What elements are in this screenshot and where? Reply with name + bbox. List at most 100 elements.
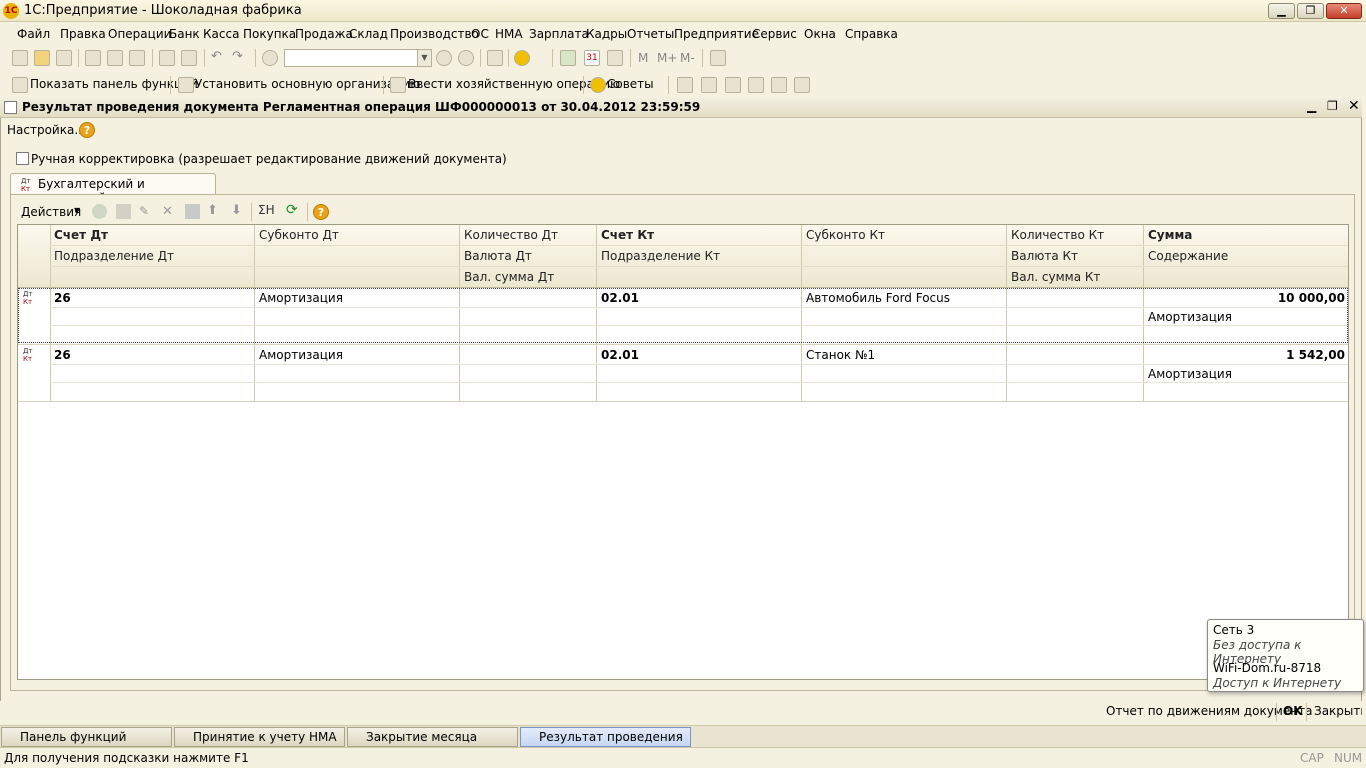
minimize-button[interactable]: ▁ [1268, 3, 1295, 19]
enter-operation-button[interactable]: Ввести хозяйственную операцию [408, 77, 620, 91]
memory-minus-button[interactable]: M- [680, 51, 695, 65]
menu-bank[interactable]: Банк [169, 27, 200, 41]
manual-correction-checkbox[interactable] [16, 152, 29, 165]
menu-nma[interactable]: НМА [495, 27, 523, 41]
menu-file[interactable]: Файл [17, 27, 50, 41]
ok-button[interactable]: OK [1283, 704, 1303, 718]
report-icon-1[interactable] [677, 77, 693, 93]
new-document-icon[interactable] [12, 50, 28, 66]
header-cur-sum-kt[interactable]: Вал. сумма Кт [1011, 270, 1100, 284]
help-icon[interactable]: ? [79, 122, 95, 138]
header-content[interactable]: Содержание [1148, 249, 1228, 263]
header-amount[interactable]: Сумма [1148, 228, 1192, 242]
delete-row-icon[interactable]: ✕ [162, 204, 177, 219]
task-month-close[interactable]: Закрытие месяца [347, 727, 518, 747]
report-icon-5[interactable] [771, 77, 787, 93]
settings-link[interactable]: Настройка... [7, 123, 86, 137]
memory-plus-button[interactable]: M+ [657, 51, 677, 65]
redo-icon[interactable]: ↷ [232, 50, 248, 66]
menu-sales[interactable]: Продажа [295, 27, 353, 41]
menu-enterprise[interactable]: Предприятие [674, 27, 759, 41]
find-next-icon[interactable] [436, 50, 452, 66]
tools-icon[interactable] [710, 50, 726, 66]
print-preview-icon[interactable] [181, 50, 197, 66]
doc-restore-button[interactable]: ❐ [1327, 99, 1338, 113]
set-main-organization-button[interactable]: Установить основную организацию [195, 77, 420, 91]
edit-row-icon[interactable]: ✎ [139, 204, 154, 219]
users-icon[interactable] [607, 50, 623, 66]
doc-minimize-button[interactable]: ▁ [1307, 99, 1316, 113]
cell-account-kt[interactable]: 02.01 [601, 348, 639, 362]
open-folder-icon[interactable] [34, 50, 50, 66]
tips-button[interactable]: Советы [607, 77, 654, 91]
save-row-icon[interactable] [185, 204, 200, 219]
task-result[interactable]: Результат проведения д...:59 [520, 727, 691, 762]
header-qty-kt[interactable]: Количество Кт [1011, 228, 1104, 242]
info-icon[interactable] [514, 50, 530, 66]
search-icon[interactable] [262, 50, 278, 66]
move-up-icon[interactable]: ⬆ [207, 203, 218, 218]
cell-account-kt[interactable]: 02.01 [601, 291, 639, 305]
search-combo[interactable]: ▼ [284, 49, 432, 67]
paste-icon[interactable] [129, 50, 145, 66]
tab-accounting[interactable]: ДтКт Бухгалтерский и налоговый учет [10, 173, 216, 205]
doc-close-button[interactable]: ✕ [1348, 98, 1360, 114]
close-doc-button[interactable]: Закрыть [1314, 704, 1362, 718]
grid-help-icon[interactable]: ? [313, 204, 329, 220]
menu-production[interactable]: Производство [390, 27, 479, 41]
move-down-icon[interactable]: ⬇ [231, 203, 242, 218]
actions-menu[interactable]: Действия [21, 205, 81, 219]
copy-icon[interactable] [107, 50, 123, 66]
cell-subconto-kt[interactable]: Станок №1 [806, 348, 875, 362]
menu-cash[interactable]: Касса [203, 27, 239, 41]
memory-m-button[interactable]: M [638, 51, 648, 65]
report-icon-3[interactable] [725, 77, 741, 93]
header-subconto-dt[interactable]: Субконто Дт [259, 228, 339, 242]
header-division-dt[interactable]: Подразделение Дт [54, 249, 174, 263]
print-icon[interactable] [159, 50, 175, 66]
header-cur-sum-dt[interactable]: Вал. сумма Дт [464, 270, 554, 284]
menu-reports[interactable]: Отчеты [627, 27, 674, 41]
cell-subconto-dt[interactable]: Амортизация [259, 291, 343, 305]
cell-amount[interactable]: 10 000,00 [1148, 291, 1345, 305]
cell-account-dt[interactable]: 26 [54, 348, 71, 362]
header-account-dt[interactable]: Счет Дт [54, 228, 108, 242]
menu-warehouse[interactable]: Склад [349, 27, 388, 41]
cell-content[interactable]: Амортизация [1148, 367, 1232, 381]
add-row-icon[interactable] [92, 204, 107, 219]
menu-edit[interactable]: Правка [60, 27, 106, 41]
menu-windows[interactable]: Окна [804, 27, 836, 41]
sum-icon[interactable]: ΣН [258, 203, 275, 217]
cut-icon[interactable] [85, 50, 101, 66]
cell-account-dt[interactable]: 26 [54, 291, 71, 305]
report-icon-6[interactable] [794, 77, 810, 93]
find-prev-icon[interactable] [458, 50, 474, 66]
header-division-kt[interactable]: Подразделение Кт [601, 249, 720, 263]
header-currency-dt[interactable]: Валюта Дт [464, 249, 532, 263]
header-currency-kt[interactable]: Валюта Кт [1011, 249, 1078, 263]
menu-help[interactable]: Справка [845, 27, 898, 41]
copy-row-icon[interactable] [116, 204, 131, 219]
menu-hr[interactable]: Кадры [586, 27, 627, 41]
calculator-icon[interactable] [560, 50, 576, 66]
menu-service[interactable]: Сервис [752, 27, 797, 41]
undo-icon[interactable]: ↶ [211, 50, 227, 66]
maximize-button[interactable]: ❐ [1297, 3, 1324, 19]
report-movements-button[interactable]: Отчет по движениям документа [1106, 704, 1312, 718]
header-account-kt[interactable]: Счет Кт [601, 228, 654, 242]
menu-purchase[interactable]: Покупка [243, 27, 296, 41]
save-icon[interactable] [56, 50, 72, 66]
close-button[interactable]: ✕ [1326, 3, 1362, 19]
header-subconto-kt[interactable]: Субконто Кт [806, 228, 885, 242]
cell-subconto-dt[interactable]: Амортизация [259, 348, 343, 362]
cell-subconto-kt[interactable]: Автомобиль Ford Focus [806, 291, 950, 305]
menu-salary[interactable]: Зарплата [529, 27, 589, 41]
show-functions-panel-button[interactable]: Показать панель функций [30, 77, 198, 91]
chevron-down-icon[interactable]: ▼ [417, 50, 431, 66]
task-functions-panel[interactable]: Панель функций [1, 727, 172, 747]
cell-content[interactable]: Амортизация [1148, 310, 1232, 324]
header-qty-dt[interactable]: Количество Дт [464, 228, 558, 242]
calendar-icon[interactable]: 31 [584, 50, 600, 66]
report-icon-4[interactable] [748, 77, 764, 93]
refresh-icon[interactable]: ⟳ [286, 202, 298, 218]
